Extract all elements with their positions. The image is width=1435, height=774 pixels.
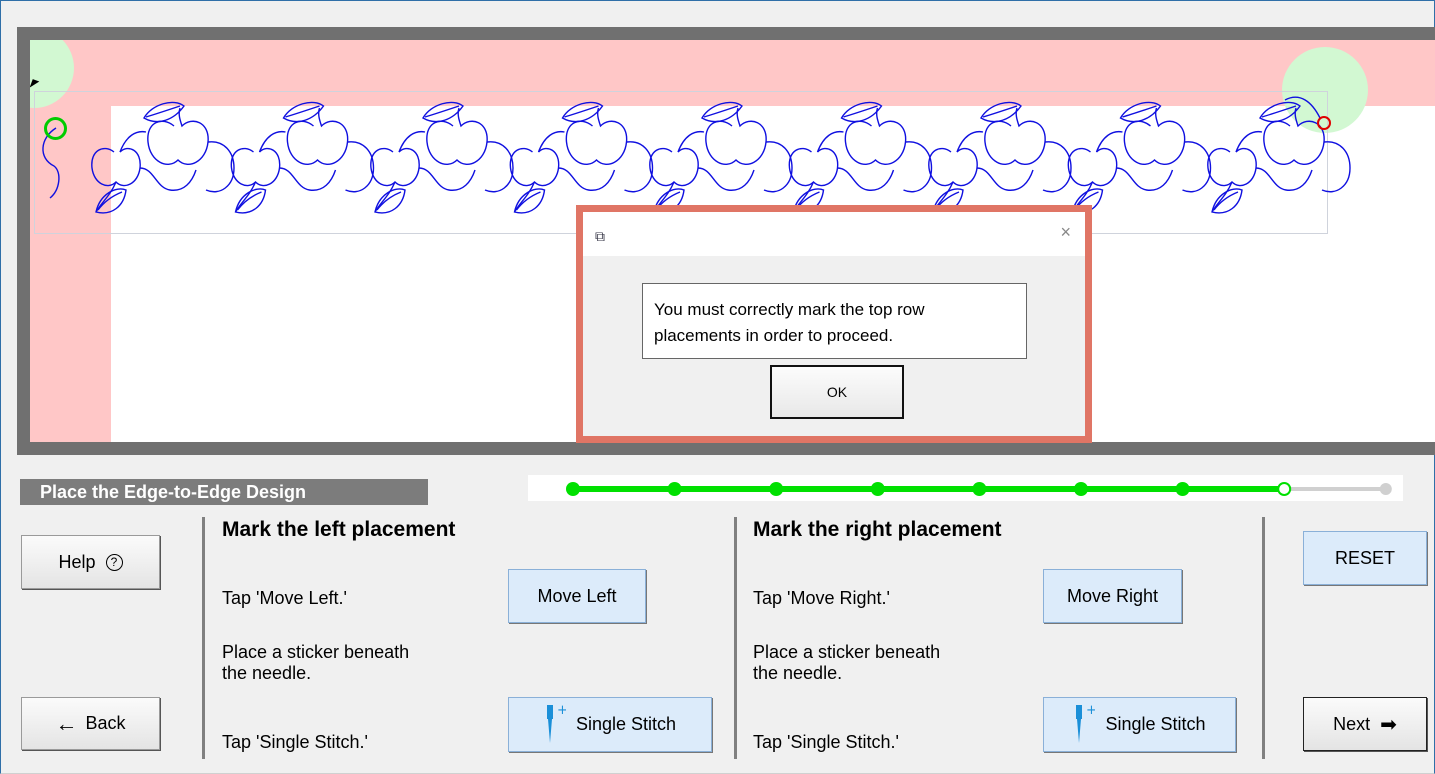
- progress-step-current: [1277, 482, 1292, 496]
- right-single-stitch-label: Single Stitch: [1105, 714, 1206, 734]
- ok-button[interactable]: OK: [770, 365, 904, 419]
- right-placement-marker: [1317, 116, 1331, 130]
- progress-step-done: [1074, 482, 1088, 496]
- divider-middle: [734, 517, 737, 759]
- apple-leaf-motif: [649, 101, 793, 214]
- app-window: ⧉ × You must correctly mark the top row …: [0, 0, 1435, 774]
- apple-leaf-motif: [928, 101, 1072, 214]
- divider-left: [202, 517, 205, 759]
- step-title: Place the Edge-to-Edge Design: [20, 479, 428, 505]
- svg-text:+: +: [557, 703, 566, 718]
- close-icon[interactable]: ×: [1060, 222, 1071, 243]
- back-label: Back: [85, 713, 126, 733]
- reset-button[interactable]: RESET: [1303, 531, 1427, 585]
- next-label: Next: [1333, 713, 1371, 734]
- right-instruction-sticker: Place a sticker beneath the needle.: [753, 642, 941, 683]
- back-button[interactable]: ← Back: [21, 697, 160, 750]
- back-arrow-icon: ←: [55, 710, 78, 736]
- left-instruction-sticker: Place a sticker beneath the needle.: [222, 642, 410, 683]
- help-circle-icon: ?: [105, 553, 123, 571]
- divider-right: [1262, 517, 1265, 759]
- dialog-message-line1: You must correctly mark the top row: [654, 300, 925, 319]
- progress-step-done: [870, 482, 885, 496]
- right-instruction-move: Tap 'Move Right.': [753, 588, 890, 608]
- help-button[interactable]: Help ?: [21, 535, 160, 589]
- svg-text:+: +: [1086, 703, 1095, 718]
- left-single-stitch-label: Single Stitch: [575, 714, 677, 734]
- progress-step-done: [566, 482, 580, 496]
- left-placement-heading: Mark the left placement: [222, 518, 456, 541]
- move-right-button[interactable]: Move Right: [1043, 569, 1182, 623]
- progress-step-done: [1175, 482, 1190, 496]
- apple-leaf-motif: [91, 101, 235, 214]
- help-label: Help: [58, 551, 96, 572]
- app-window-icon: ⧉: [595, 228, 605, 244]
- progress-step-done: [769, 482, 784, 496]
- needle-icon: +: [1076, 703, 1095, 743]
- left-single-stitch-button[interactable]: + Single Stitch: [508, 697, 712, 752]
- progress-step-done: [972, 482, 987, 496]
- apple-leaf-motif: [788, 101, 933, 214]
- dialog-titlebar: ⧉ ×: [583, 212, 1085, 256]
- left-instruction-stitch: Tap 'Single Stitch.': [222, 732, 368, 752]
- apple-leaf-motif: [370, 101, 514, 214]
- needle-icon: +: [546, 703, 566, 743]
- move-left-button[interactable]: Move Left: [508, 569, 646, 623]
- dialog-message: You must correctly mark the top row plac…: [642, 283, 1027, 359]
- progress-step-done: [667, 482, 682, 496]
- next-arrow-icon: ➡: [1380, 713, 1397, 736]
- apple-leaf-motif: [230, 101, 375, 214]
- progress-step-pending: [1379, 483, 1392, 495]
- left-instruction-move: Tap 'Move Left.': [222, 588, 347, 608]
- right-single-stitch-button[interactable]: + Single Stitch: [1043, 697, 1236, 752]
- right-instruction-stitch: Tap 'Single Stitch.': [753, 732, 899, 752]
- right-placement-heading: Mark the right placement: [753, 518, 1002, 541]
- dialog-message-line2: placements in order to proceed.: [654, 326, 894, 345]
- left-placement-marker: [44, 117, 67, 140]
- step-progress: [528, 475, 1403, 501]
- next-button[interactable]: Next ➡: [1303, 697, 1427, 751]
- message-dialog: ⧉ × You must correctly mark the top row …: [583, 212, 1085, 436]
- dialog-highlight: ⧉ × You must correctly mark the top row …: [576, 205, 1092, 443]
- apple-leaf-motif: [1067, 101, 1212, 214]
- apple-leaf-motif: [509, 101, 654, 214]
